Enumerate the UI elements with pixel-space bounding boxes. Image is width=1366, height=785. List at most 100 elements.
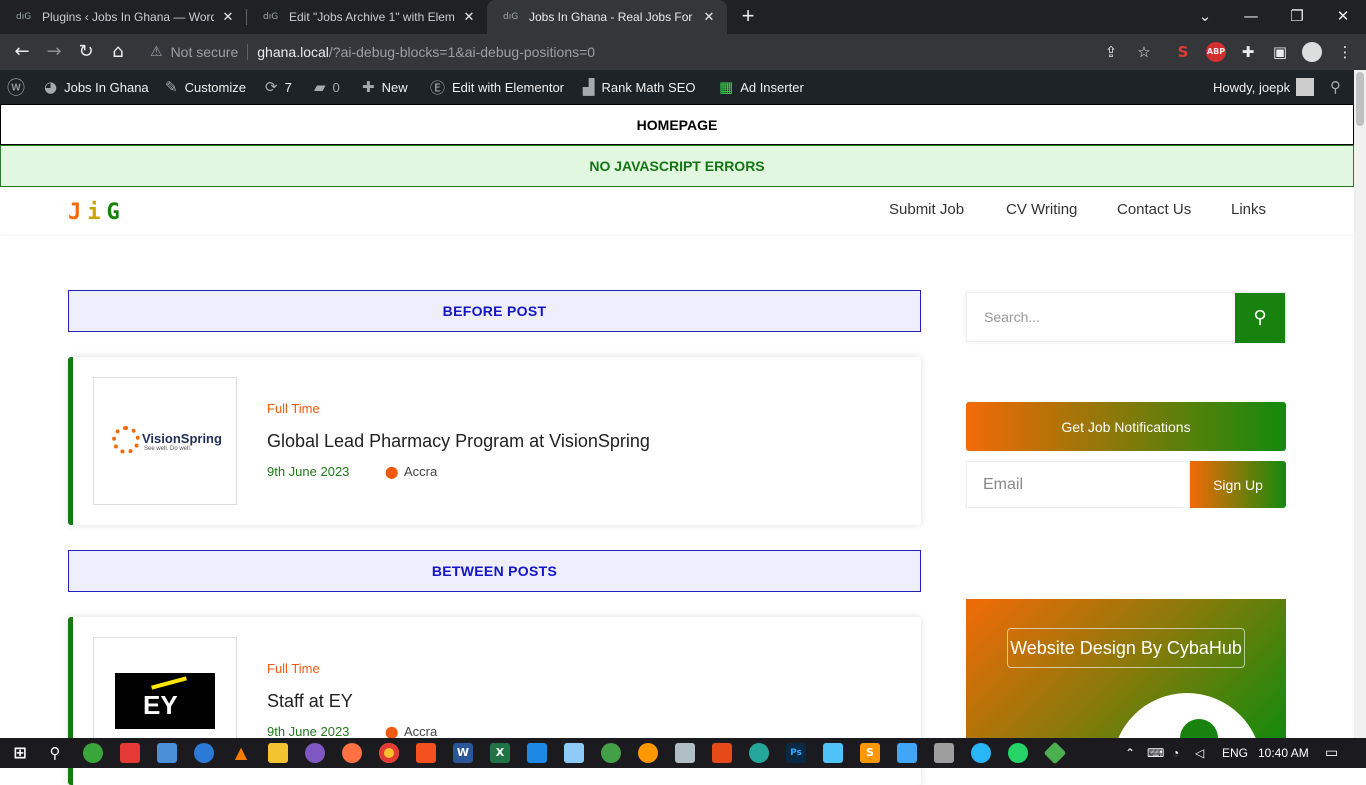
wifi-icon[interactable]: ◔ xyxy=(1172,746,1179,760)
language-indicator[interactable]: ENG xyxy=(1222,746,1248,760)
debug-before-post: BEFORE POST xyxy=(68,290,921,332)
chrome-icon[interactable] xyxy=(379,743,399,763)
admin-bar-rank-math[interactable]: ▟ Rank Math SEO xyxy=(583,70,695,104)
new-tab-button[interactable]: + xyxy=(737,5,759,27)
adblock-icon[interactable]: ABP xyxy=(1206,42,1226,62)
search-input[interactable]: Search... xyxy=(984,309,1040,325)
visionspring-sun-icon xyxy=(112,426,140,454)
app-purple-icon[interactable] xyxy=(305,743,325,763)
sidepanel-icon[interactable]: ▣ xyxy=(1270,42,1290,62)
search-button[interactable]: ⚲ xyxy=(1235,293,1285,343)
whatsapp-icon[interactable] xyxy=(1008,743,1028,763)
address-bar[interactable]: ⚠ Not secure ghana.local /?ai-debug-bloc… xyxy=(140,37,1162,67)
job-location: Accra xyxy=(404,724,438,739)
share-icon[interactable]: ⇪ xyxy=(1101,42,1121,62)
admin-bar-new[interactable]: ✚ New xyxy=(362,70,408,104)
app-colors-icon[interactable] xyxy=(601,743,621,763)
elementor-icon: Ⓔ xyxy=(430,78,446,97)
windows-taskbar: ⊞ ⚲ ▲ W X Ps S ⌃ ⌨ ◔ ◁ ENG 10:40 AM ▭ xyxy=(0,738,1366,768)
brave-icon[interactable] xyxy=(416,743,436,763)
explorer-icon[interactable] xyxy=(268,743,288,763)
admin-bar-updates[interactable]: ⟳ 7 xyxy=(265,70,292,104)
job-card[interactable]: VisionSpring See well. Do well. Full Tim… xyxy=(68,357,921,525)
site-logo[interactable]: JiG xyxy=(68,200,126,225)
start-icon[interactable]: ⊞ xyxy=(10,743,30,763)
howdy-label: Howdy, joepk xyxy=(1213,79,1291,95)
tray-chevron-icon[interactable]: ⌃ xyxy=(1125,746,1135,760)
app-diamond-icon[interactable] xyxy=(1043,741,1067,765)
tab-title: Plugins ‹ Jobs In Ghana — WordP xyxy=(42,10,214,24)
minimize-button[interactable]: — xyxy=(1228,0,1274,34)
company-logo[interactable]: VisionSpring See well. Do well. xyxy=(93,377,237,505)
tray-keyboard-icon[interactable]: ⌨ xyxy=(1147,746,1164,760)
seo-extension-icon[interactable]: S xyxy=(1173,42,1193,62)
app-notes-icon[interactable] xyxy=(157,743,177,763)
tab-close-icon[interactable]: ✕ xyxy=(220,9,236,25)
bookmark-star-icon[interactable]: ☆ xyxy=(1134,42,1154,62)
admin-bar-elementor[interactable]: Ⓔ Edit with Elementor xyxy=(430,70,564,104)
admin-bar-customize[interactable]: ✎ Customize xyxy=(165,70,246,104)
menu-cv-writing[interactable]: CV Writing xyxy=(1006,201,1077,218)
browser-tab-active[interactable]: dıG Jobs In Ghana - Real Jobs For Gra ✕ xyxy=(487,0,727,34)
browser-tab[interactable]: dıG Edit "Jobs Archive 1" with Elemen ✕ xyxy=(247,0,487,34)
tab-search-dropdown-icon[interactable]: ⌄ xyxy=(1182,0,1228,34)
app-tools-icon[interactable] xyxy=(934,743,954,763)
app-rocket-icon[interactable] xyxy=(712,743,732,763)
close-window-button[interactable]: ✕ xyxy=(1320,0,1366,34)
admin-bar-account[interactable]: Howdy, joepk xyxy=(1213,70,1315,104)
notepad-icon[interactable] xyxy=(564,743,584,763)
reload-button[interactable]: ↻ xyxy=(74,40,98,64)
browser-tab[interactable]: dıG Plugins ‹ Jobs In Ghana — WordP ✕ xyxy=(0,0,246,34)
job-title[interactable]: Staff at EY xyxy=(267,691,353,712)
url-path: /?ai-debug-blocks=1&ai-debug-positions=0 xyxy=(328,44,596,60)
cybahub-ad-banner[interactable]: Website Design By CybaHub xyxy=(966,599,1286,738)
menu-links[interactable]: Links xyxy=(1231,201,1266,218)
app-teal-icon[interactable] xyxy=(749,743,769,763)
edge-icon[interactable] xyxy=(194,743,214,763)
excel-icon[interactable]: X xyxy=(490,743,510,763)
forward-button[interactable]: → xyxy=(42,40,66,64)
menu-icon[interactable]: ⋮ xyxy=(1335,42,1355,62)
telegram-icon[interactable] xyxy=(971,743,991,763)
admin-bar-site-name[interactable]: ◕ Jobs In Ghana xyxy=(44,70,149,104)
admin-bar-comments[interactable]: ▰ 0 xyxy=(314,70,340,104)
sign-up-button[interactable]: Sign Up xyxy=(1190,461,1286,508)
clock[interactable]: 10:40 AM xyxy=(1258,746,1309,760)
wordpress-logo-icon[interactable]: ⓦ xyxy=(7,70,32,104)
scrollbar-thumb[interactable] xyxy=(1356,72,1364,126)
notification-icon[interactable]: ▭ xyxy=(1325,744,1338,761)
word-icon[interactable]: W xyxy=(453,743,473,763)
app-red-icon[interactable] xyxy=(120,743,140,763)
tab-close-icon[interactable]: ✕ xyxy=(461,9,477,25)
back-button[interactable]: ← xyxy=(10,40,34,64)
app-network-icon[interactable] xyxy=(897,743,917,763)
photos-icon[interactable] xyxy=(527,743,547,763)
email-field[interactable]: Email xyxy=(966,461,1190,508)
profile-avatar[interactable] xyxy=(1302,42,1322,62)
elementor-favicon: dıG xyxy=(263,12,279,22)
rank-math-label: Rank Math SEO xyxy=(601,79,696,95)
page-scrollbar[interactable] xyxy=(1354,70,1366,738)
search-icon[interactable]: ⚲ xyxy=(45,743,65,763)
photoshop-icon[interactable]: Ps xyxy=(786,743,806,763)
menu-submit-job[interactable]: Submit Job xyxy=(889,201,964,218)
sublime-icon[interactable]: S xyxy=(860,743,880,763)
app-book-icon[interactable] xyxy=(675,743,695,763)
tab-close-icon[interactable]: ✕ xyxy=(701,9,717,25)
admin-bar-search-icon[interactable]: ⚲ xyxy=(1330,70,1341,104)
app-orange-icon[interactable] xyxy=(638,743,658,763)
job-notifications-button[interactable]: Get Job Notifications xyxy=(966,402,1286,451)
dashboard-icon: ◕ xyxy=(44,78,58,96)
menu-contact-us[interactable]: Contact Us xyxy=(1117,201,1191,218)
vlc-icon[interactable]: ▲ xyxy=(231,743,251,763)
volume-icon[interactable]: ◁ xyxy=(1195,746,1204,760)
admin-bar-ad-inserter[interactable]: ▦ Ad Inserter xyxy=(719,70,804,104)
app-card-icon[interactable] xyxy=(823,743,843,763)
puzzle-icon[interactable]: ✚ xyxy=(1238,42,1258,62)
job-title[interactable]: Global Lead Pharmacy Program at VisionSp… xyxy=(267,431,650,452)
ad-inserter-icon: ▦ xyxy=(719,78,734,96)
home-button[interactable]: ⌂ xyxy=(106,40,130,64)
firefox-icon[interactable] xyxy=(342,743,362,763)
app-green-icon[interactable] xyxy=(83,743,103,763)
restore-button[interactable]: ❐ xyxy=(1274,0,1320,34)
